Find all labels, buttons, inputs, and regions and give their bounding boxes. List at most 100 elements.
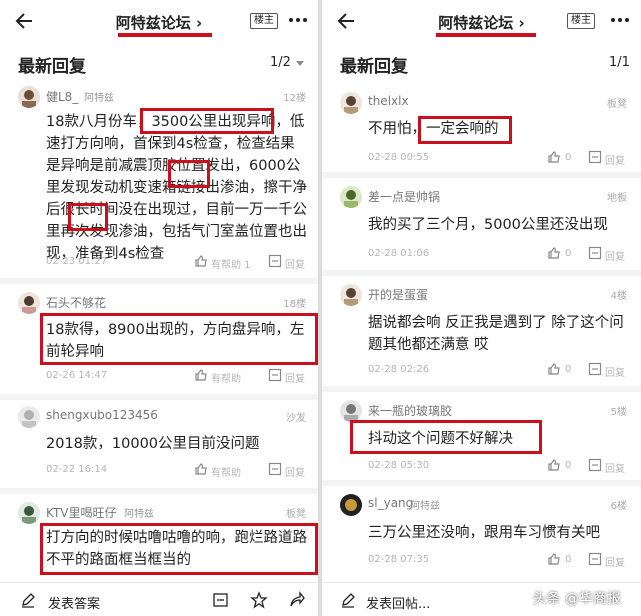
avatar[interactable] — [18, 406, 40, 428]
reply-post: sl_yang 阿特兹 6楼 三万公里还没响，跟用车习惯有关吧 02-28 07… — [322, 492, 641, 572]
avatar[interactable] — [340, 92, 362, 114]
title-red-underline — [436, 33, 536, 37]
floor-number: 地板 — [607, 193, 627, 204]
pencil-icon[interactable] — [340, 592, 356, 608]
username[interactable]: 石头不够花 — [46, 294, 106, 311]
post-time: 02-28 05:30 — [368, 460, 430, 471]
helpful-count[interactable]: 0 — [565, 554, 571, 565]
reply-icon[interactable] — [588, 150, 602, 164]
reply-label[interactable]: 回复 — [285, 464, 305, 479]
helpful-count[interactable]: 0 — [565, 364, 571, 375]
username[interactable]: 健L8_ — [46, 88, 78, 105]
reply-post: 来一瓶的玻璃胶 5楼 抖动这个问题不好解决 02-28 05:30 0 回复 — [322, 398, 641, 478]
username[interactable]: 开的是蛋蛋 — [368, 286, 428, 303]
avatar[interactable] — [18, 502, 40, 524]
reply-text: 不用怕，一定会响的 — [368, 121, 499, 137]
reply-label[interactable]: 回复 — [605, 152, 625, 167]
pencil-icon[interactable] — [20, 592, 36, 608]
top-bar: 阿特兹论坛 › 楼主 — [322, 0, 641, 44]
host-only-badge[interactable]: 楼主 — [567, 13, 595, 29]
car-model-tag: 阿特兹 — [84, 93, 114, 104]
post-answer-button[interactable]: 发表答案 — [48, 593, 100, 612]
left-screenshot: 阿特兹论坛 › 楼主 最新回复 1/2 健L8_ 阿特兹 12楼 18款八月份车… — [0, 0, 318, 616]
reply-icon[interactable] — [588, 246, 602, 260]
reply-label[interactable]: 回复 — [605, 460, 625, 475]
post-divider — [0, 278, 318, 284]
username[interactable]: thelxlx — [368, 94, 409, 108]
reply-label[interactable]: 回复 — [605, 248, 625, 263]
more-icon[interactable] — [287, 10, 309, 30]
page-indicator[interactable]: 1/1 — [609, 55, 630, 70]
thumbs-up-icon[interactable] — [547, 150, 561, 164]
username[interactable]: shengxubo123456 — [46, 408, 158, 422]
avatar[interactable] — [340, 400, 362, 422]
floor-number: 板凳 — [286, 509, 306, 520]
helpful-count[interactable]: 有帮助 1 — [211, 256, 251, 271]
post-time: 02-28 01:06 — [368, 248, 430, 259]
helpful-count[interactable]: 0 — [565, 460, 571, 471]
reply-label[interactable]: 回复 — [285, 256, 305, 271]
reply-text: 打方向的时候咕噜咕噜的响，跑烂路道路不平的路面框当框当的 — [46, 530, 307, 568]
share-icon[interactable] — [288, 591, 306, 609]
floor-number: 沙发 — [286, 413, 306, 424]
post-time: 02-28 07:35 — [368, 554, 430, 565]
reply-icon[interactable] — [268, 254, 282, 268]
floor-number: 12楼 — [283, 93, 306, 104]
thumbs-up-icon[interactable] — [547, 552, 561, 566]
reply-icon[interactable] — [588, 362, 602, 376]
avatar[interactable] — [340, 186, 362, 208]
page-dropdown-icon[interactable] — [296, 61, 304, 66]
host-only-badge[interactable]: 楼主 — [250, 13, 278, 29]
post-reply-input[interactable]: 发表回帖... — [366, 593, 430, 612]
floor-number: 4楼 — [610, 291, 627, 302]
car-model-tag: 阿特兹 — [410, 501, 440, 512]
comment-icon[interactable] — [212, 591, 230, 609]
reply-icon[interactable] — [268, 462, 282, 476]
post-time: 02-22 16:14 — [46, 464, 108, 475]
avatar[interactable] — [340, 284, 362, 306]
reply-icon[interactable] — [268, 368, 282, 382]
right-screenshot: 阿特兹论坛 › 楼主 最新回复 1/1 thelxlx 板凳 不用怕，一定会响的… — [322, 0, 641, 616]
helpful-count[interactable]: 0 — [565, 152, 571, 163]
helpful-count[interactable]: 有帮助 — [211, 464, 241, 479]
title-red-underline — [118, 33, 212, 37]
reply-text: 抖动这个问题不好解决 — [368, 431, 513, 447]
star-icon[interactable] — [250, 591, 268, 609]
username[interactable]: 差一点是帅锅 — [368, 188, 440, 205]
reply-text: 18款八月份车，3500公里出现异响，低速打方向响，首保到4s检查，检查结果是异… — [46, 114, 307, 262]
thumbs-up-icon[interactable] — [194, 254, 208, 268]
post-time: 02-28 02:26 — [368, 364, 430, 375]
reply-text: 三万公里还没响，跟用车习惯有关吧 — [368, 525, 600, 541]
reply-label[interactable]: 回复 — [605, 364, 625, 379]
thumbs-up-icon[interactable] — [547, 246, 561, 260]
thumbs-up-icon[interactable] — [547, 362, 561, 376]
thumbs-up-icon[interactable] — [547, 458, 561, 472]
reply-post: 石头不够花 18楼 18款得，8900出现的，方向盘异响，左前轮异响 02-26… — [0, 292, 318, 392]
username[interactable]: 来一瓶的玻璃胶 — [368, 402, 452, 419]
reply-icon[interactable] — [588, 458, 602, 472]
avatar[interactable] — [340, 494, 362, 516]
reply-text: 我的买了三个月，5000公里还没出现 — [368, 217, 608, 233]
username[interactable]: sl_yang — [368, 496, 413, 510]
helpful-count[interactable]: 有帮助 — [211, 370, 241, 385]
reply-label[interactable]: 回复 — [285, 370, 305, 385]
reply-label[interactable]: 回复 — [605, 554, 625, 569]
post-time: 02-26 14:47 — [46, 370, 108, 381]
latest-replies-heading: 最新回复 — [18, 57, 86, 77]
post-divider — [322, 386, 641, 392]
post-divider — [322, 480, 641, 486]
helpful-count[interactable]: 0 — [565, 248, 571, 259]
top-bar: 阿特兹论坛 › 楼主 — [0, 0, 318, 44]
reply-icon[interactable] — [588, 552, 602, 566]
more-icon[interactable] — [609, 10, 631, 30]
reply-post: shengxubo123456 沙发 2018款，10000公里目前没问题 02… — [0, 406, 318, 486]
avatar[interactable] — [18, 292, 40, 314]
username[interactable]: KTV里喝旺仔 — [46, 504, 116, 521]
thumbs-up-icon[interactable] — [194, 462, 208, 476]
page-indicator[interactable]: 1/2 — [270, 55, 291, 70]
reply-post: 健L8_ 阿特兹 12楼 18款八月份车，3500公里出现异响，低速打方向响，首… — [0, 84, 318, 274]
thumbs-up-icon[interactable] — [194, 368, 208, 382]
avatar[interactable] — [18, 86, 40, 108]
source-watermark: 头条 @华商报 — [532, 591, 621, 607]
floor-number: 6楼 — [610, 501, 627, 512]
